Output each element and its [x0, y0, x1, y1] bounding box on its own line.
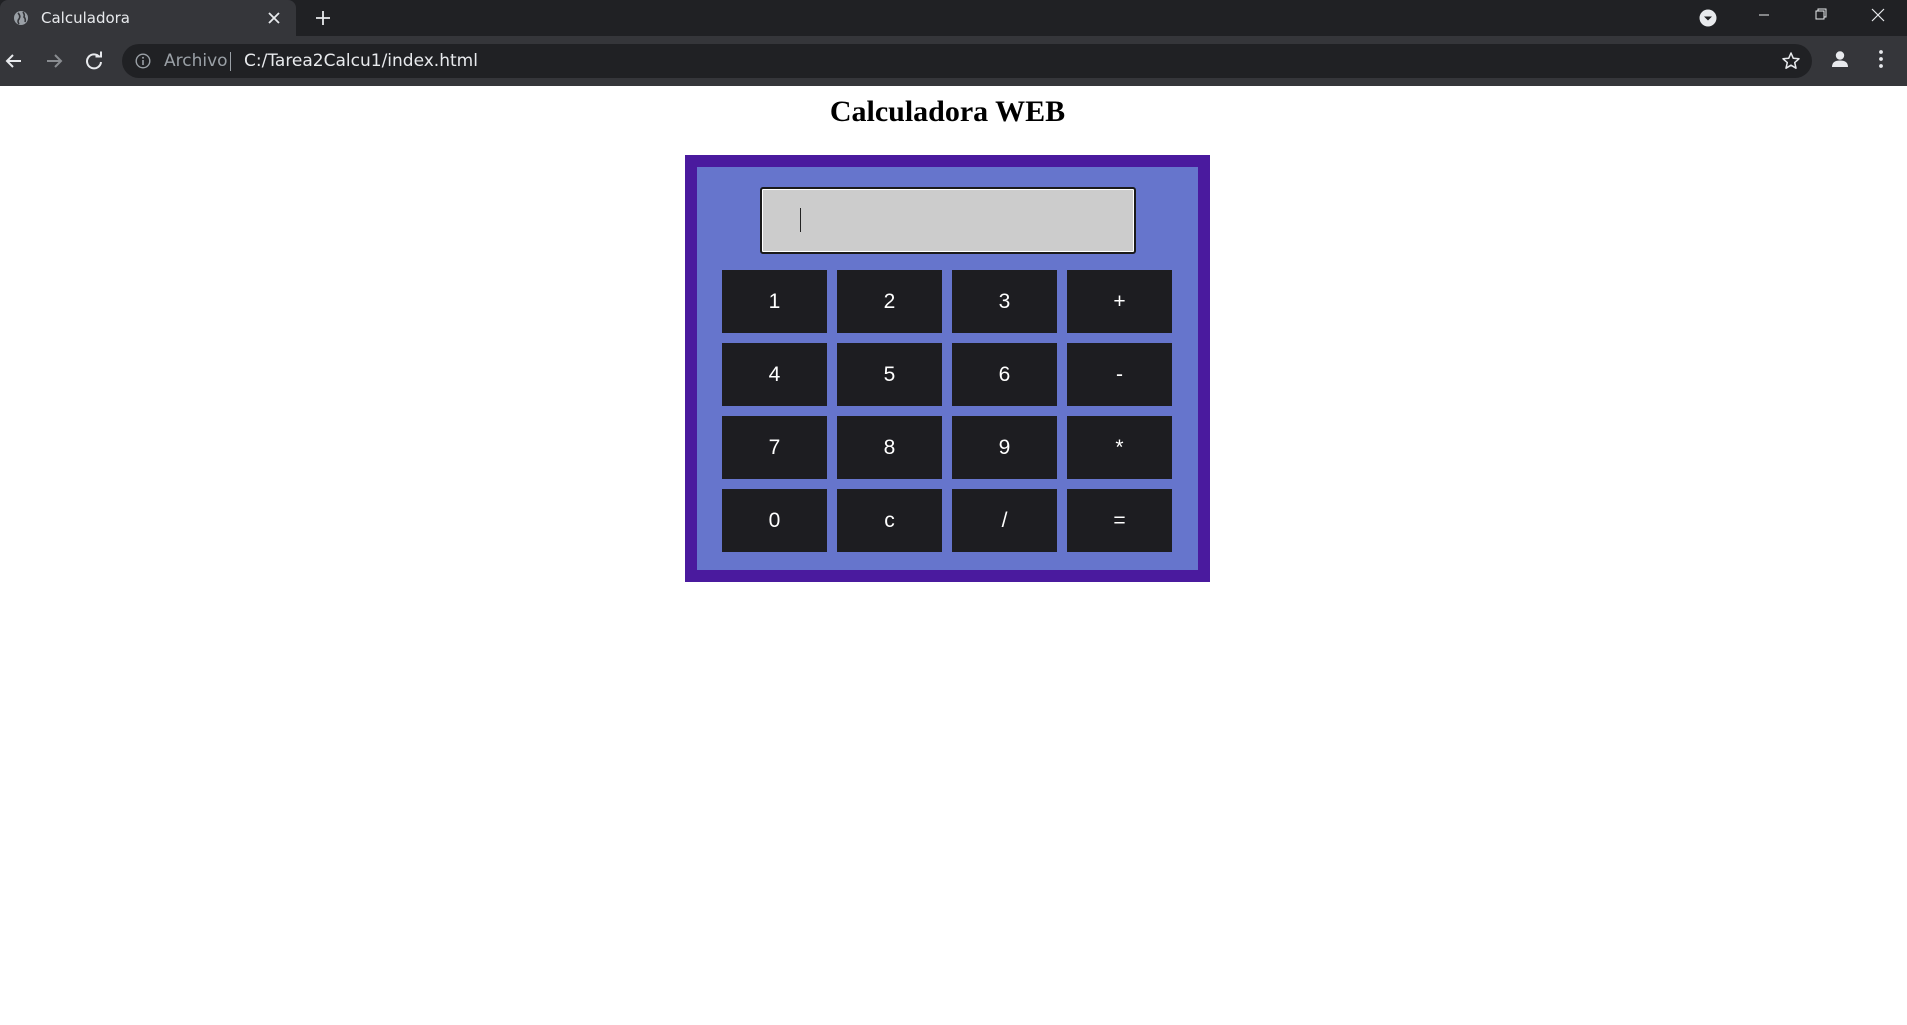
back-arrow-icon[interactable] — [3, 50, 25, 72]
globe-icon — [13, 10, 29, 26]
star-icon[interactable] — [1781, 51, 1801, 71]
address-bar[interactable]: Archivo C:/Tarea2Calcu1/index.html — [122, 44, 1812, 78]
key-9[interactable]: 9 — [952, 416, 1057, 479]
tab-strip: Calculadora — [0, 0, 1907, 36]
window-close-icon[interactable] — [1850, 0, 1906, 32]
tab-search-icon[interactable] — [1699, 9, 1717, 27]
page-title: Calculadora WEB — [829, 95, 1066, 128]
active-tab[interactable]: Calculadora — [0, 0, 296, 36]
key-7[interactable]: 7 — [722, 416, 827, 479]
info-icon[interactable] — [135, 53, 151, 69]
key-3[interactable]: 3 — [952, 270, 1057, 333]
browser-toolbar: Archivo C:/Tarea2Calcu1/index.html — [0, 36, 1907, 86]
key-2[interactable]: 2 — [837, 270, 942, 333]
key-6[interactable]: 6 — [952, 343, 1057, 406]
key-equals[interactable]: = — [1067, 489, 1172, 552]
reload-icon[interactable] — [83, 50, 105, 72]
key-5[interactable]: 5 — [837, 343, 942, 406]
restore-icon[interactable] — [1792, 0, 1848, 32]
plus-icon[interactable] — [313, 8, 333, 28]
key-clear[interactable]: c — [837, 489, 942, 552]
key-divide[interactable]: / — [952, 489, 1057, 552]
key-8[interactable]: 8 — [837, 416, 942, 479]
close-icon[interactable] — [266, 10, 282, 26]
url-text[interactable]: C:/Tarea2Calcu1/index.html — [244, 51, 478, 71]
scheme-label: Archivo — [164, 51, 228, 71]
text-caret — [800, 208, 801, 232]
key-multiply[interactable]: * — [1067, 416, 1172, 479]
forward-arrow-icon[interactable] — [43, 50, 65, 72]
key-1[interactable]: 1 — [722, 270, 827, 333]
keypad: 1 2 3 +4 5 6- 7 8 9 * 0 c / = — [722, 270, 1173, 552]
key-minus[interactable]: - — [1067, 343, 1172, 406]
calculator-display[interactable] — [760, 187, 1136, 254]
omnibox-divider — [230, 52, 231, 71]
key-4[interactable]: 4 — [722, 343, 827, 406]
key-0[interactable]: 0 — [722, 489, 827, 552]
tab-title: Calculadora — [41, 9, 131, 27]
profile-icon[interactable] — [1829, 48, 1851, 70]
calculator: 1 2 3 +4 5 6- 7 8 9 * 0 c / = — [685, 155, 1210, 582]
kebab-menu-icon[interactable] — [1871, 48, 1891, 70]
key-plus[interactable]: + — [1067, 270, 1172, 333]
minimize-icon[interactable] — [1736, 0, 1792, 32]
